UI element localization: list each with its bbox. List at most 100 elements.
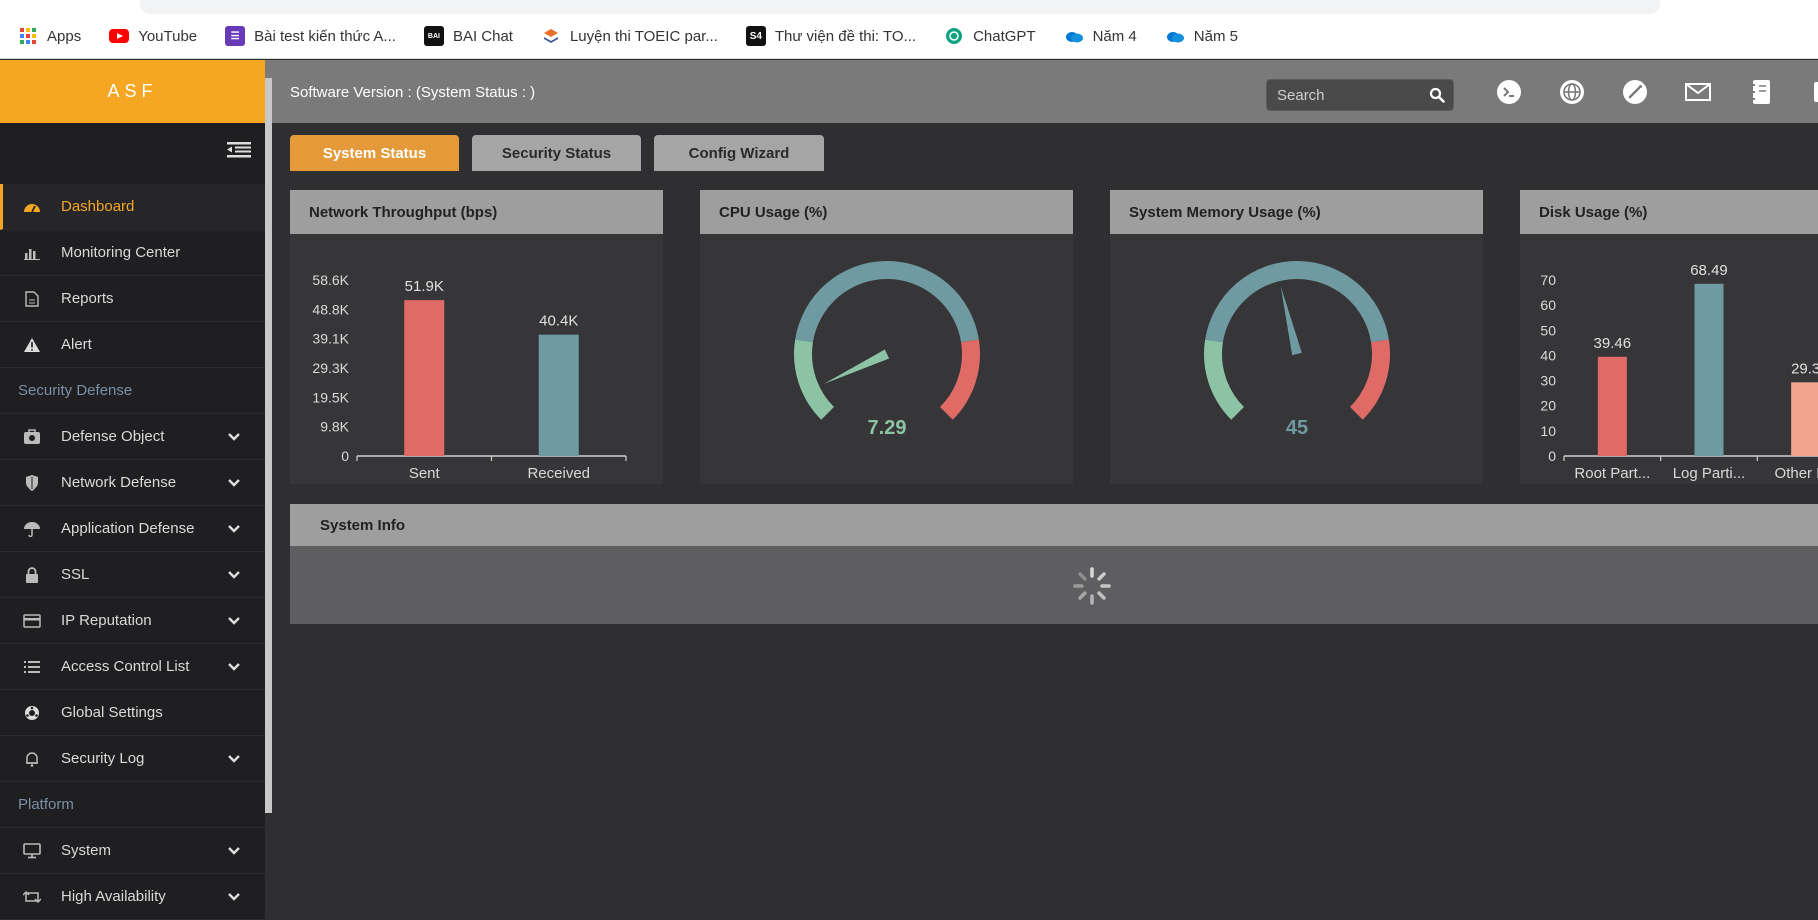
software-version: Software Version : (System Status : )	[290, 84, 536, 101]
chart-area: 0 9.8K 19.5K 29.3K 39.1K 48.8K 58.6K 51.9K Sent 4…	[290, 234, 663, 484]
terminal-icon[interactable]	[1492, 75, 1526, 109]
search-input[interactable]	[1267, 80, 1417, 110]
sidebar-item-dashboard[interactable]: Dashboard	[0, 184, 265, 230]
chevron-down-icon[interactable]	[227, 429, 241, 446]
sidebar-item-alert[interactable]: Alert	[0, 322, 265, 368]
y-tick-label: 0	[1548, 448, 1556, 464]
sidebar: Dashboard Monitoring Center Reports Aler…	[0, 123, 265, 920]
sidebar-item-label: Global Settings	[61, 704, 163, 721]
chevron-down-icon[interactable]	[227, 889, 241, 906]
section-platform: Platform	[0, 782, 265, 828]
gauge-value-label: 45	[1286, 417, 1308, 439]
network-throughput-card: Network Throughput (bps) 0 9.8K 19.5K 29.3K…	[290, 190, 663, 484]
chevron-down-icon[interactable]	[227, 613, 241, 630]
chevron-down-icon[interactable]	[227, 567, 241, 584]
sidebar-item-reports[interactable]: Reports	[0, 276, 265, 322]
sidebar-item-ip-reputation[interactable]: IP Reputation	[0, 598, 265, 644]
sidebar-item-label: SSL	[61, 566, 90, 583]
chevron-down-icon[interactable]	[227, 843, 241, 860]
memory-gauge-chart: 45	[1204, 261, 1390, 439]
sidebar-toggle-icon[interactable]	[227, 141, 251, 164]
chevron-down-icon[interactable]	[227, 475, 241, 492]
bookmark-nam-5[interactable]: Năm 5	[1165, 26, 1238, 46]
sidebar-item-high-availability[interactable]: High Availability	[0, 874, 265, 920]
bookmarks-bar: Apps YouTube ☰ Bài test kiến thức A... B…	[0, 14, 1818, 59]
bar	[1694, 283, 1724, 456]
bookmark-chatgpt[interactable]: ChatGPT	[944, 26, 1036, 46]
y-tick-label: 40	[1540, 347, 1556, 363]
chevron-down-icon[interactable]	[227, 521, 241, 538]
tab-security-status[interactable]: Security Status	[472, 135, 641, 171]
bookmark-label: Thư viện đề thi: TO...	[774, 27, 917, 45]
sidebar-item-application-defense[interactable]: Application Defense	[0, 506, 265, 552]
chevron-down-icon[interactable]	[227, 751, 241, 768]
y-tick-label: 30	[1540, 373, 1556, 389]
globe-icon[interactable]	[1555, 75, 1589, 109]
sidebar-scrollbar[interactable]	[265, 78, 272, 813]
sidebar-item-label: Monitoring Center	[61, 244, 181, 261]
bookmark-toeic[interactable]: Luyện thi TOEIC par...	[541, 26, 718, 46]
bar	[404, 300, 445, 456]
bar-value-label: 51.9K	[405, 278, 444, 295]
bookmark-bai-test[interactable]: ☰ Bài test kiến thức A...	[225, 26, 396, 46]
x-tick-label: Received	[527, 465, 590, 482]
sidebar-item-label: High Availability	[61, 888, 166, 905]
sidebar-item-label: IP Reputation	[61, 612, 152, 629]
bookmark-nam-4[interactable]: Năm 4	[1064, 26, 1137, 46]
x-tick-label: Log Parti...	[1673, 465, 1746, 482]
card-title: Network Throughput (bps)	[290, 190, 663, 234]
sidebar-item-ssl[interactable]: SSL	[0, 552, 265, 598]
tab-config-wizard[interactable]: Config Wizard	[654, 135, 824, 171]
chevron-down-icon[interactable]	[227, 659, 241, 676]
y-tick-label: 58.6K	[312, 272, 349, 288]
address-bar[interactable]	[140, 0, 1660, 14]
shield-icon	[22, 474, 42, 492]
app-logo[interactable]: ASF	[0, 60, 265, 123]
sidebar-item-network-defense[interactable]: Network Defense	[0, 460, 265, 506]
x-tick-label: Other P...	[1775, 465, 1818, 482]
youtube-icon	[109, 26, 130, 46]
card-title: System Memory Usage (%)	[1110, 190, 1483, 234]
bookmark-bai-chat[interactable]: BAI BAI Chat	[423, 26, 513, 46]
sidebar-item-defense-object[interactable]: Defense Object	[0, 414, 265, 460]
umbrella-icon	[22, 520, 42, 538]
gauge-band	[794, 339, 835, 420]
chart-area: 45	[1110, 234, 1483, 484]
wizard-icon[interactable]	[1618, 75, 1652, 109]
sidebar-item-label: Application Defense	[61, 520, 195, 537]
bookmark-thu-vien[interactable]: S4 Thư viện đề thi: TO...	[745, 26, 917, 46]
sidebar-item-access-control-list[interactable]: Access Control List	[0, 644, 265, 690]
gauge-band	[1205, 261, 1389, 343]
notebook-icon[interactable]	[1744, 75, 1778, 109]
sidebar-item-system[interactable]: System	[0, 828, 265, 874]
sidebar-item-global-settings[interactable]: Global Settings	[0, 690, 265, 736]
y-tick-label: 48.8K	[312, 301, 349, 317]
save-icon[interactable]	[1807, 75, 1818, 109]
sidebar-item-label: Alert	[61, 336, 92, 353]
onedrive-icon	[1064, 26, 1084, 46]
bookmark-youtube[interactable]: YouTube	[109, 26, 197, 46]
memory-usage-card: System Memory Usage (%) 45	[1110, 190, 1483, 484]
browser-address-strip	[0, 0, 1818, 14]
cpu-gauge-chart: 7.29	[794, 261, 980, 439]
panel-title: System Info	[290, 504, 1818, 546]
sidebar-item-label: Security Log	[61, 750, 145, 767]
sidebar-item-security-log[interactable]: Security Log	[0, 736, 265, 782]
tab-system-status[interactable]: System Status	[290, 135, 459, 171]
mail-icon[interactable]	[1681, 75, 1715, 109]
bar-value-label: 29.3	[1791, 360, 1818, 377]
gear-icon	[22, 704, 42, 722]
bookmark-apps[interactable]: Apps	[18, 26, 81, 46]
bookmark-label: Luyện thi TOEIC par...	[569, 27, 718, 45]
sidebar-item-label: System	[61, 842, 112, 859]
bookmark-label: BAI Chat	[452, 27, 513, 45]
sidebar-nav: Dashboard Monitoring Center Reports Aler…	[0, 184, 265, 920]
y-tick-label: 20	[1540, 398, 1556, 414]
sidebar-item-label: Access Control List	[61, 658, 190, 675]
disk-usage-chart: 0 10 20 30 40 50 60 70 39.46 Root Part... 68.49 Log…	[1540, 262, 1818, 482]
sidebar-item-monitoring-center[interactable]: Monitoring Center	[0, 230, 265, 276]
search-box[interactable]	[1266, 79, 1454, 111]
ha-icon	[22, 888, 42, 906]
search-icon[interactable]	[1429, 87, 1445, 108]
onedrive-icon	[1165, 26, 1185, 46]
